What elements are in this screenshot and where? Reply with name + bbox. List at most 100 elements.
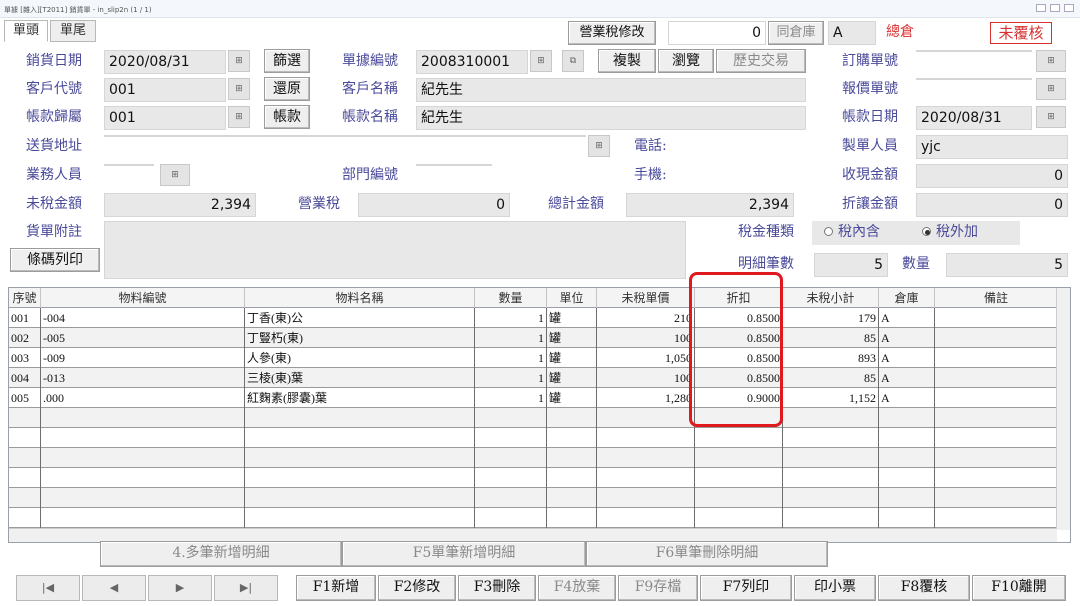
empty-table-row[interactable] (9, 488, 1057, 508)
radio-tax-excl[interactable] (922, 227, 931, 236)
cell-price[interactable]: 1,050 (597, 348, 695, 368)
f4-cancel-button[interactable]: F4放棄 (538, 575, 616, 601)
cell-unit[interactable] (547, 508, 597, 528)
copy-button[interactable]: 複製 (598, 49, 656, 73)
salesperson-field[interactable] (104, 164, 154, 166)
account-date-field[interactable]: 2020/08/31 (916, 106, 1032, 130)
col-header-subtotal[interactable]: 未稅小計 (783, 288, 879, 308)
tax-modify-value[interactable]: 0 (668, 21, 766, 45)
cell-unit[interactable] (547, 448, 597, 468)
cell-remark[interactable] (935, 468, 1057, 488)
col-header-name[interactable]: 物料名稱 (245, 288, 475, 308)
lookup-icon[interactable]: ⊞ (1036, 50, 1066, 72)
col-header-code[interactable]: 物料編號 (41, 288, 245, 308)
table-row[interactable]: 002 -005 丁豎朽(東) 1 罐 100 0.8500 85 A (9, 328, 1057, 348)
cell-price[interactable]: 1,280 (597, 388, 695, 408)
cell-discount[interactable] (695, 428, 783, 448)
cell-subtotal[interactable]: 85 (783, 368, 879, 388)
next-record-button[interactable]: ▶ (148, 575, 212, 601)
f8-review-button[interactable]: F8覆核 (878, 575, 970, 601)
order-no-field[interactable] (916, 50, 1032, 52)
cell-name[interactable] (245, 508, 475, 528)
cell-wh[interactable]: A (879, 348, 935, 368)
cell-code[interactable] (41, 468, 245, 488)
multi-add-detail-button[interactable]: 4.多筆新增明細 (100, 541, 342, 567)
cell-seq[interactable] (9, 428, 41, 448)
cell-wh[interactable]: A (879, 388, 935, 408)
lookup-icon[interactable]: ⊞ (1036, 106, 1066, 128)
cell-qty[interactable]: 1 (475, 368, 547, 388)
customer-name-field[interactable]: 紀先生 (416, 78, 806, 102)
cell-code[interactable]: -009 (41, 348, 245, 368)
table-row[interactable]: 005.000 紅麴素(膠囊)葉 1 罐 1,280 0.9000 1,152 A (9, 388, 1057, 408)
maker-field[interactable]: yjc (916, 135, 1068, 159)
cell-discount[interactable] (695, 508, 783, 528)
cell-remark[interactable] (935, 488, 1057, 508)
cell-unit[interactable]: 罐 (547, 348, 597, 368)
cell-code[interactable]: -013 (41, 368, 245, 388)
cell-name[interactable] (245, 408, 475, 428)
cell-price[interactable] (597, 508, 695, 528)
ship-address-field[interactable] (104, 135, 586, 137)
cell-subtotal[interactable]: 1,152 (783, 388, 879, 408)
cell-seq[interactable] (9, 488, 41, 508)
empty-table-row[interactable] (9, 448, 1057, 468)
cell-qty[interactable] (475, 488, 547, 508)
cell-name[interactable]: 人參(東) (245, 348, 475, 368)
table-row[interactable]: 001 -004 丁香(東)公 1 罐 210 0.8500 179 A (9, 308, 1057, 328)
cell-qty[interactable] (475, 428, 547, 448)
history-button[interactable]: 歷史交易 (716, 49, 806, 73)
cell-seq[interactable] (9, 448, 41, 468)
cell-seq[interactable] (9, 408, 41, 428)
col-header-warehouse[interactable]: 倉庫 (879, 288, 935, 308)
lookup-icon[interactable]: ⊞ (588, 135, 610, 157)
cell-code[interactable] (41, 488, 245, 508)
cell-unit[interactable] (547, 428, 597, 448)
account-button[interactable]: 帳款 (264, 105, 310, 129)
lookup-icon[interactable]: ⊞ (160, 164, 190, 186)
cell-name[interactable] (245, 468, 475, 488)
lookup-icon[interactable]: ⊞ (228, 78, 250, 100)
delete-detail-button[interactable]: F6單筆刪除明細 (586, 541, 828, 567)
col-header-price[interactable]: 未稅單價 (597, 288, 695, 308)
empty-table-row[interactable] (9, 468, 1057, 488)
cell-price[interactable]: 100 (597, 368, 695, 388)
cell-unit[interactable] (547, 408, 597, 428)
cell-price[interactable] (597, 488, 695, 508)
account-name-field[interactable]: 紀先生 (416, 106, 806, 130)
last-record-button[interactable]: ▶| (214, 575, 278, 601)
cell-remark[interactable] (935, 428, 1057, 448)
discount-amount-field[interactable]: 0 (916, 193, 1068, 217)
cell-seq[interactable]: 004 (9, 368, 41, 388)
cell-subtotal[interactable] (783, 468, 879, 488)
empty-table-row[interactable] (9, 428, 1057, 448)
same-warehouse-button[interactable]: 同倉庫 (768, 21, 824, 45)
cell-wh[interactable]: A (879, 308, 935, 328)
cell-remark[interactable] (935, 508, 1057, 528)
cell-price[interactable] (597, 448, 695, 468)
cell-seq[interactable]: 003 (9, 348, 41, 368)
restore-button[interactable]: 還原 (264, 77, 310, 101)
cell-code[interactable]: .000 (41, 388, 245, 408)
cell-qty[interactable]: 1 (475, 308, 547, 328)
tab-header[interactable]: 單頭 (4, 20, 48, 42)
f7-print-button[interactable]: F7列印 (700, 575, 792, 601)
cell-remark[interactable] (935, 308, 1057, 328)
cell-discount[interactable] (695, 448, 783, 468)
table-row[interactable]: 003 -009 人參(東) 1 罐 1,050 0.8500 893 A (9, 348, 1057, 368)
add-detail-button[interactable]: F5單筆新增明細 (342, 541, 586, 567)
cell-price[interactable]: 210 (597, 308, 695, 328)
cell-remark[interactable] (935, 388, 1057, 408)
lookup-icon[interactable]: ⊞ (1036, 78, 1066, 100)
lookup-icon[interactable]: ⊞ (228, 106, 250, 128)
cell-qty[interactable] (475, 448, 547, 468)
cell-qty[interactable]: 1 (475, 328, 547, 348)
cell-subtotal[interactable]: 179 (783, 308, 879, 328)
cell-seq[interactable] (9, 508, 41, 528)
cell-seq[interactable]: 005 (9, 388, 41, 408)
cell-wh[interactable] (879, 468, 935, 488)
cell-code[interactable] (41, 448, 245, 468)
cell-remark[interactable] (935, 368, 1057, 388)
f3-delete-button[interactable]: F3刪除 (458, 575, 536, 601)
horizontal-scrollbar[interactable] (9, 528, 1057, 542)
